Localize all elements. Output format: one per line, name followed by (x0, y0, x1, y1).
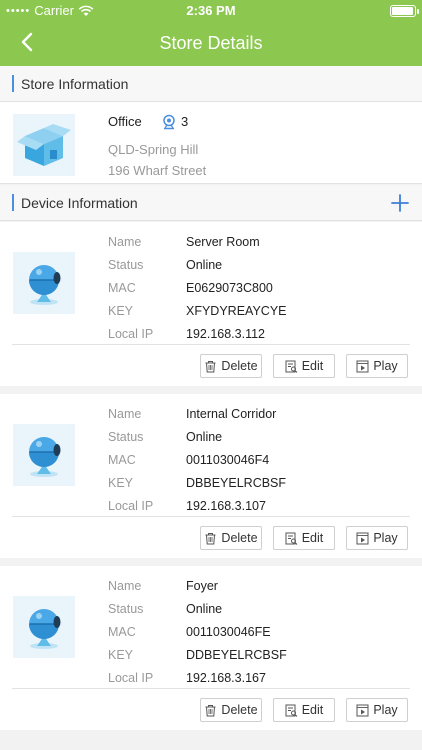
name-label: Name (108, 579, 142, 593)
device-name: Internal Corridor (186, 407, 277, 421)
section-accent-bar (12, 194, 14, 211)
local-ip-label: Local IP (108, 327, 154, 341)
device-local-ip: 192.168.3.107 (186, 499, 266, 513)
device-card: Name Internal Corridor Status Online MAC… (0, 394, 422, 558)
device-section-title: Device Information (21, 195, 138, 211)
device-local-ip: 192.168.3.112 (186, 327, 266, 341)
delete-button[interactable]: Delete (200, 698, 262, 722)
camera-icon (13, 596, 75, 658)
device-name: Foyer (186, 579, 218, 593)
camera-count-icon (163, 114, 175, 130)
edit-icon (285, 532, 298, 545)
store-name: Office (108, 114, 142, 129)
store-device-count: 3 (181, 114, 189, 129)
play-button[interactable]: Play (346, 526, 408, 550)
section-accent-bar (12, 75, 14, 92)
status-label: Status (108, 602, 144, 616)
device-section-header: Device Information (0, 185, 422, 221)
delete-button-label: Delete (221, 359, 258, 373)
trash-icon (205, 704, 216, 716)
edit-button[interactable]: Edit (273, 698, 335, 722)
status-label: Status (108, 430, 144, 444)
local-ip-label: Local IP (108, 671, 154, 685)
device-card: Name Server Room Status Online MAC E0629… (0, 222, 422, 386)
play-button-label: Play (373, 703, 398, 717)
nav-bar: ••••• Carrier 2:36 PM Store Details (0, 0, 422, 66)
store-address-line1: QLD-Spring Hill (108, 142, 199, 157)
status-bar: ••••• Carrier 2:36 PM (0, 0, 422, 22)
delete-button[interactable]: Delete (200, 354, 262, 378)
store-address-line2: 196 Wharf Street (108, 163, 207, 178)
edit-button[interactable]: Edit (273, 354, 335, 378)
divider (12, 688, 410, 689)
edit-icon (285, 360, 298, 373)
play-icon (356, 532, 369, 544)
key-label: KEY (108, 648, 134, 662)
trash-icon (205, 532, 216, 544)
edit-button-label: Edit (301, 531, 324, 545)
device-key: DDBEYELRCBSF (186, 648, 287, 662)
camera-icon (13, 252, 75, 314)
mac-label: MAC (108, 625, 136, 639)
divider (12, 516, 410, 517)
delete-button-label: Delete (221, 703, 258, 717)
page-title: Store Details (159, 33, 263, 53)
play-button-label: Play (373, 531, 398, 545)
mac-label: MAC (108, 281, 136, 295)
device-status: Online (186, 430, 223, 444)
device-local-ip: 192.168.3.167 (186, 671, 266, 685)
play-button[interactable]: Play (346, 354, 408, 378)
edit-button-label: Edit (301, 703, 324, 717)
local-ip-label: Local IP (108, 499, 154, 513)
name-label: Name (108, 407, 142, 421)
delete-button-label: Delete (221, 531, 258, 545)
edit-button[interactable]: Edit (273, 526, 335, 550)
play-icon (356, 704, 369, 716)
mac-label: MAC (108, 453, 136, 467)
add-device-plus-icon[interactable] (390, 193, 410, 213)
device-status: Online (186, 258, 223, 272)
status-label: Status (108, 258, 144, 272)
play-icon (356, 360, 369, 372)
key-label: KEY (108, 304, 134, 318)
device-mac: 0011030046F4 (186, 453, 270, 467)
trash-icon (205, 360, 216, 372)
edit-icon (285, 704, 298, 717)
name-label: Name (108, 235, 142, 249)
store-box-icon (13, 114, 75, 176)
device-name: Server Room (186, 235, 260, 249)
device-status: Online (186, 602, 223, 616)
device-key: DBBEYELRCBSF (186, 476, 287, 490)
battery-icon (390, 5, 419, 17)
status-time: 2:36 PM (186, 3, 236, 18)
device-mac: 0011030046FE (186, 625, 271, 639)
store-card: Office 3 QLD-Spring Hill 196 Wharf Stree… (0, 102, 422, 184)
play-button-label: Play (373, 359, 398, 373)
store-section-header: Store Information (0, 66, 422, 102)
device-card: Name Foyer Status Online MAC 0011030046F… (0, 566, 422, 730)
divider (12, 344, 410, 345)
camera-icon (13, 424, 75, 486)
store-section-title: Store Information (21, 76, 129, 92)
key-label: KEY (108, 476, 134, 490)
edit-button-label: Edit (301, 359, 324, 373)
device-mac: E0629073C800 (186, 281, 273, 295)
device-key: XFYDYREAYCYE (186, 304, 287, 318)
play-button[interactable]: Play (346, 698, 408, 722)
delete-button[interactable]: Delete (200, 526, 262, 550)
